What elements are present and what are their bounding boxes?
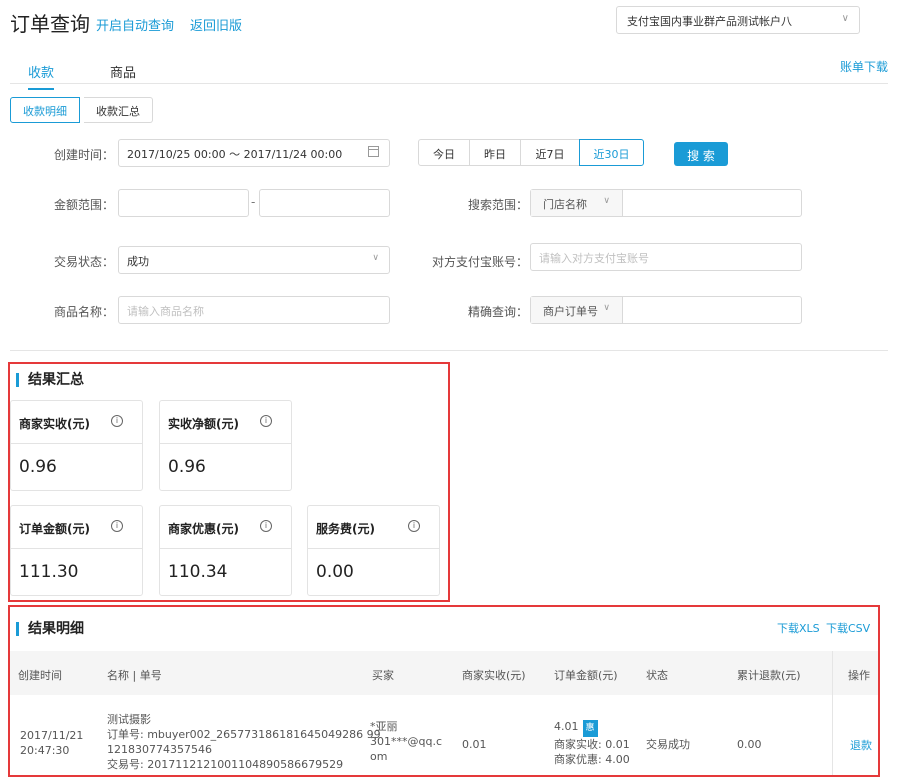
info-icon[interactable]: i: [260, 415, 272, 427]
card-label: 实收净额(元): [168, 417, 239, 431]
column-header: 订单金额(元): [554, 669, 618, 682]
row-trade-no: 交易号: 2017112121001104890586679529: [107, 758, 344, 771]
auto-query-link[interactable]: 开启自动查询: [96, 15, 174, 34]
product-name-label: 商品名称：: [53, 305, 114, 319]
created-time-label: 创建时间：: [53, 148, 114, 162]
counterpart-label: 对方支付宝账号：: [431, 255, 528, 269]
row-merchant-discount-line: 商家优惠: 4.00: [554, 753, 630, 766]
account-select[interactable]: 支付宝国内事业群产品测试帐户八 ∨: [616, 6, 860, 34]
action-column-divider: [832, 651, 833, 775]
created-time-range-input[interactable]: 2017/10/25 00:00 ～ 2017/11/24 00:00: [118, 139, 390, 167]
row-status: 交易成功: [646, 738, 690, 751]
page-title: 订单查询: [10, 12, 90, 36]
row-time: 20:47:30: [20, 744, 70, 757]
trade-status-value: 成功: [127, 255, 149, 268]
chevron-down-icon: ∨: [603, 196, 610, 206]
card-value: 111.30: [19, 562, 79, 582]
search-scope-dropdown[interactable]: 门店名称 ∨: [531, 190, 623, 216]
exact-query-label: 精确查询：: [467, 305, 528, 319]
row-buyer-account: 301***@qq.c: [370, 735, 443, 748]
download-csv-link[interactable]: 下载CSV: [826, 620, 870, 636]
card-value: 0.96: [168, 457, 206, 477]
summary-title: 结果汇总: [16, 373, 84, 387]
account-select-value: 支付宝国内事业群产品测试帐户八: [627, 15, 792, 28]
discount-badge: 惠: [582, 720, 598, 737]
created-time-range-value: 2017/10/25 00:00 ～ 2017/11/24 00:00: [127, 148, 343, 161]
summary-card-merchant-discount: 商家优惠(元) i 110.34: [159, 505, 292, 596]
search-scope-option: 门店名称: [543, 198, 587, 211]
column-header: 状态: [646, 669, 668, 682]
trade-status-label: 交易状态：: [53, 255, 114, 269]
main-tabs: 收款 商品: [10, 54, 888, 90]
exact-query-input[interactable]: 商户订单号 ∨: [530, 296, 802, 324]
row-order-no-cont: 121830774357546: [107, 743, 212, 756]
column-header: 创建时间: [18, 669, 62, 682]
search-scope-input[interactable]: 门店名称 ∨: [530, 189, 802, 217]
search-button[interactable]: 搜 索: [674, 142, 728, 166]
card-label: 服务费(元): [316, 522, 375, 536]
download-xls-link[interactable]: 下载XLS: [777, 620, 820, 636]
row-order-amount: 4.01: [554, 720, 579, 733]
details-table-header: 创建时间 名称 | 单号 买家 商家实收(元) 订单金额(元) 状态 累计退款(…: [10, 651, 878, 695]
amount-range-separator: -: [251, 195, 256, 209]
row-name: 测试摄影: [107, 713, 151, 726]
details-title: 结果明细: [16, 622, 84, 636]
chevron-down-icon: ∨: [372, 253, 379, 263]
row-order-no: 订单号: mbuyer002_265773186181645049286 99: [107, 728, 381, 741]
column-header: 操作: [848, 669, 870, 682]
exact-query-dropdown[interactable]: 商户订单号 ∨: [531, 297, 623, 323]
chevron-down-icon: ∨: [841, 13, 849, 24]
calendar-icon[interactable]: [368, 146, 379, 157]
old-version-link[interactable]: 返回旧版: [190, 15, 242, 34]
row-merchant-received-line: 商家实收: 0.01: [554, 738, 630, 751]
refund-link[interactable]: 退款: [850, 737, 872, 753]
row-date: 2017/11/21: [20, 729, 84, 742]
summary-card-order-amount: 订单金额(元) i 111.30: [10, 505, 143, 596]
info-icon[interactable]: i: [111, 415, 123, 427]
exact-query-option: 商户订单号: [543, 305, 598, 318]
card-label: 商家优惠(元): [168, 522, 239, 536]
card-value: 0.96: [19, 457, 57, 477]
info-icon[interactable]: i: [408, 520, 420, 532]
card-label: 订单金额(元): [19, 522, 90, 536]
quick-range-today[interactable]: 今日: [418, 139, 470, 166]
card-value: 0.00: [316, 562, 354, 582]
column-header: 名称 | 单号: [107, 669, 162, 682]
search-scope-label: 搜索范围：: [467, 198, 528, 212]
segment-payment-detail[interactable]: 收款明细: [10, 97, 80, 123]
quick-range-7days[interactable]: 近7日: [520, 139, 580, 166]
row-buyer-account-cont: om: [370, 750, 388, 763]
info-icon[interactable]: i: [111, 520, 123, 532]
card-value: 110.34: [168, 562, 228, 582]
trade-status-select[interactable]: 成功 ∨: [118, 246, 390, 274]
filter-divider: [10, 350, 888, 351]
info-icon[interactable]: i: [260, 520, 272, 532]
quick-range-yesterday[interactable]: 昨日: [469, 139, 521, 166]
row-buyer-name: *亚丽: [370, 720, 398, 733]
column-header: 买家: [372, 669, 394, 682]
column-header: 商家实收(元): [462, 669, 526, 682]
counterpart-account-input[interactable]: 请输入对方支付宝账号: [530, 243, 802, 271]
amount-min-input[interactable]: [118, 189, 249, 217]
quick-range-30days[interactable]: 近30日: [579, 139, 644, 166]
row-refunded: 0.00: [737, 738, 762, 751]
column-header: 累计退款(元): [737, 669, 801, 682]
row-merchant-received: 0.01: [462, 738, 487, 751]
amount-range-label: 金额范围：: [53, 198, 114, 212]
bill-download-link[interactable]: 账单下载: [840, 58, 888, 75]
tab-products[interactable]: 商品: [110, 62, 136, 81]
summary-card-service-fee: 服务费(元) i 0.00: [307, 505, 440, 596]
card-label: 商家实收(元): [19, 417, 90, 431]
amount-max-input[interactable]: [259, 189, 390, 217]
table-row: 2017/11/21 20:47:30 测试摄影 订单号: mbuyer002_…: [10, 697, 832, 775]
segment-payment-summary[interactable]: 收款汇总: [84, 97, 153, 123]
summary-card-net-received: 实收净额(元) i 0.96: [159, 400, 292, 491]
product-name-input[interactable]: 请输入商品名称: [118, 296, 390, 324]
chevron-down-icon: ∨: [603, 303, 610, 313]
tab-payments[interactable]: 收款: [28, 62, 55, 90]
summary-card-merchant-received: 商家实收(元) i 0.96: [10, 400, 143, 491]
